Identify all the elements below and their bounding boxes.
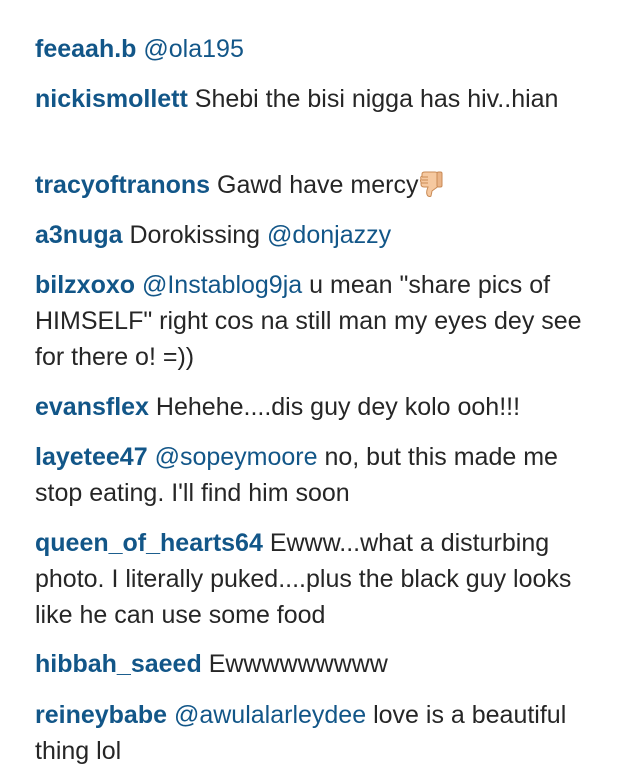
comment-mention[interactable]: @Instablog9ja — [142, 271, 302, 299]
comment-text: Ewwwwwwwww — [208, 650, 388, 678]
comments-list: feeaah.b @ola195 nickismollett Shebi the… — [0, 0, 632, 782]
comment-text: Hehehe....dis guy dey kolo ooh!!! — [155, 393, 521, 421]
thumbs-down-icon — [419, 171, 443, 197]
comment-text: Gawd have mercy — [217, 171, 419, 199]
comment-username[interactable]: hibbah_saeed — [35, 650, 202, 678]
comment-mention[interactable]: @awulalarleydee — [174, 701, 366, 729]
comment-item: hibbah_saeed Ewwwwwwwww — [35, 646, 610, 682]
comment-mention[interactable]: @ola195 — [143, 35, 243, 63]
comment-username[interactable]: nickismollett — [35, 85, 188, 113]
comment-username[interactable]: tracyoftranons — [35, 171, 210, 199]
comment-username[interactable]: layetee47 — [35, 443, 148, 471]
comment-username[interactable]: reineybabe — [35, 701, 167, 729]
comment-item: queen_of_hearts64 Ewww...what a disturbi… — [35, 525, 610, 633]
comment-username[interactable]: evansflex — [35, 393, 149, 421]
comment-username[interactable]: a3nuga — [35, 221, 123, 249]
comment-item: a3nuga Dorokissing @donjazzy — [35, 217, 610, 253]
comment-item: layetee47 @sopeymoore no, but this made … — [35, 439, 610, 511]
comment-item: tracyoftranons Gawd have mercy — [35, 167, 610, 203]
comment-item: feeaah.b @ola195 — [35, 31, 610, 67]
comment-username[interactable]: queen_of_hearts64 — [35, 529, 263, 557]
comment-text: Dorokissing — [129, 221, 261, 249]
comment-text: Shebi the bisi nigga has hiv..hian — [194, 85, 559, 113]
comment-item: nickismollett Shebi the bisi nigga has h… — [35, 81, 610, 117]
comment-item: reineybabe @awulalarleydee love is a bea… — [35, 697, 610, 769]
comment-mention[interactable]: @sopeymoore — [155, 443, 318, 471]
comment-item: bilzxoxo @Instablog9ja u mean "share pic… — [35, 267, 610, 375]
comment-item: evansflex Hehehe....dis guy dey kolo ooh… — [35, 389, 610, 425]
comment-username[interactable]: bilzxoxo — [35, 271, 135, 299]
comment-username[interactable]: feeaah.b — [35, 35, 136, 63]
comment-mention[interactable]: @donjazzy — [267, 221, 391, 249]
